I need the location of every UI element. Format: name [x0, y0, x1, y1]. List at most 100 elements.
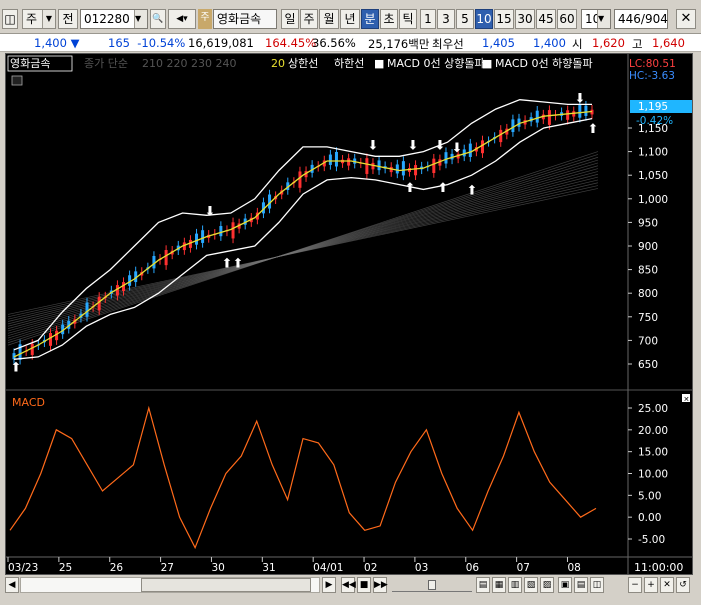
candle-body — [231, 222, 235, 239]
macd-axis-label: 0.00 — [638, 512, 661, 524]
price-axis-label: 700 — [638, 335, 658, 347]
stock-badge: 주 — [198, 9, 212, 29]
legend-lower-band: 하한선 — [334, 56, 364, 70]
interval-15[interactable]: 15 — [494, 9, 514, 29]
time-axis-label: 08 — [567, 562, 580, 574]
bottom-bar: ◀ ▶ ◀◀ ■ ▶▶ ▤ ▦ ▥ ▧ ▨ ▣ ▤ ◫ − + ✕ ↺ — [0, 576, 701, 605]
view-icon-2[interactable]: ▦ — [492, 577, 506, 593]
chevron-down-icon: ▼ — [42, 10, 55, 28]
legend-stock-name: 영화금속 — [10, 57, 50, 70]
search-icon[interactable]: 🔍 — [150, 9, 166, 29]
zoom-slider[interactable] — [392, 578, 472, 592]
candle-body — [195, 233, 199, 245]
macd-close-glyph: ✕ — [684, 396, 690, 404]
quote-row: 1,400 ▼ 165 -10.54% 16,619,081 164.45% 3… — [0, 34, 701, 52]
high-price: 1,640 — [652, 36, 685, 50]
candle-body — [219, 226, 223, 237]
price-axis-label: 950 — [638, 217, 658, 229]
next-icon[interactable]: ▶▶ — [373, 577, 388, 593]
period-year[interactable]: 년 — [340, 9, 360, 29]
code-input[interactable]: 012280 ▼ — [80, 9, 148, 29]
best-bid: 1,400 — [533, 36, 566, 50]
signal-up-arrow: ⬆ — [405, 181, 416, 196]
view-icon-8[interactable]: ◫ — [590, 577, 604, 593]
macd-label: MACD — [12, 396, 45, 409]
zoom-out-icon[interactable]: − — [628, 577, 642, 593]
grid-icon[interactable] — [11, 75, 23, 86]
period-tick[interactable]: 틱 — [399, 9, 417, 29]
macd-axis-label: 15.00 — [638, 447, 668, 459]
scroll-left-button[interactable]: ◀ — [5, 577, 19, 593]
interval-1[interactable]: 1 — [420, 9, 436, 29]
zoom-handle[interactable] — [428, 580, 436, 590]
scrollbar-track[interactable] — [20, 577, 320, 593]
legend-signal-down-square: ■ — [482, 57, 492, 70]
market-label: 주 — [26, 12, 38, 26]
price-value: 1,400 — [34, 36, 67, 50]
time-axis-label: 26 — [110, 562, 124, 574]
candle-body — [401, 161, 405, 176]
close-icon[interactable]: ✕ — [676, 9, 696, 29]
time-axis-label: 30 — [211, 562, 224, 574]
legend-hc: HC:-3.63 — [629, 70, 675, 82]
chevron-down-icon[interactable]: ▼ — [134, 10, 147, 28]
interval-3[interactable]: 3 — [437, 9, 455, 29]
current-price: 1,400 ▼ — [34, 36, 80, 50]
view-icon-7[interactable]: ▤ — [574, 577, 588, 593]
view-icon-3[interactable]: ▥ — [508, 577, 522, 593]
period-month[interactable]: 월 — [319, 9, 339, 29]
scrollbar-thumb[interactable] — [141, 578, 311, 592]
interval-60[interactable]: 60 — [557, 9, 577, 29]
legend-upper-band: 상한선 — [288, 57, 318, 70]
prev-icon[interactable]: ◀◀ — [341, 577, 356, 593]
period-minute[interactable]: 분 — [361, 9, 379, 29]
interval-30[interactable]: 30 — [515, 9, 535, 29]
interval-5[interactable]: 5 — [456, 9, 474, 29]
chevron-down-icon: ▼ — [597, 10, 610, 28]
candle-body — [535, 110, 539, 123]
price-axis-label: 650 — [638, 359, 658, 371]
view-icon-6[interactable]: ▣ — [558, 577, 572, 593]
time-end: 11:00:00 — [634, 561, 683, 574]
menu-icon[interactable]: ◫ — [2, 9, 18, 29]
candle-body — [85, 302, 89, 317]
reset-icon[interactable]: ✕ — [660, 577, 674, 593]
period-week[interactable]: 주 — [300, 9, 318, 29]
candle-body — [49, 333, 53, 346]
best-ask-label: 최우선 — [432, 37, 464, 51]
speaker-icon[interactable]: ◀▾ — [168, 9, 196, 29]
zoom-in-icon[interactable]: + — [644, 577, 658, 593]
restore-icon[interactable]: ↺ — [676, 577, 690, 593]
chart-canvas[interactable]: 영화금속 종가 단순 210 220 230 240 20 상한선 하한선 ■ … — [6, 54, 692, 574]
macd-axis-label: 5.00 — [638, 490, 661, 502]
time-axis-label: 07 — [517, 562, 530, 574]
signal-up-arrow: ⬆ — [11, 360, 22, 375]
chart-panel[interactable]: 영화금속 종가 단순 210 220 230 240 20 상한선 하한선 ■ … — [5, 53, 693, 575]
code-value: 012280 — [84, 12, 130, 26]
period-second[interactable]: 초 — [380, 9, 398, 29]
price-change: 165 -10.54% — [108, 36, 185, 50]
price-axis-label: 800 — [638, 288, 658, 300]
interval-45[interactable]: 45 — [536, 9, 556, 29]
period-day[interactable]: 일 — [281, 9, 299, 29]
scroll-right-button[interactable]: ▶ — [322, 577, 336, 593]
candle-body — [414, 165, 418, 176]
candle-body — [97, 296, 101, 311]
price-axis-label: 850 — [638, 265, 658, 277]
time-axis-label: 06 — [466, 562, 480, 574]
macd-axis-label: -5.00 — [638, 534, 665, 546]
view-icon-1[interactable]: ▤ — [476, 577, 490, 593]
time-axis-label: 03/23 — [8, 562, 38, 574]
candle-body — [298, 171, 302, 188]
count-select[interactable]: 10 ▼ — [581, 9, 611, 29]
stop-icon[interactable]: ■ — [357, 577, 371, 593]
market-button[interactable]: 전 — [58, 9, 78, 29]
market-select[interactable]: 주 ▼ — [22, 9, 56, 29]
price-axis-label: 750 — [638, 312, 658, 324]
view-icon-5[interactable]: ▨ — [540, 577, 554, 593]
candle-body — [328, 154, 332, 165]
candle-body — [468, 143, 472, 157]
change-value: 165 — [108, 36, 130, 50]
view-icon-4[interactable]: ▧ — [524, 577, 538, 593]
interval-10[interactable]: 10 — [475, 9, 493, 29]
